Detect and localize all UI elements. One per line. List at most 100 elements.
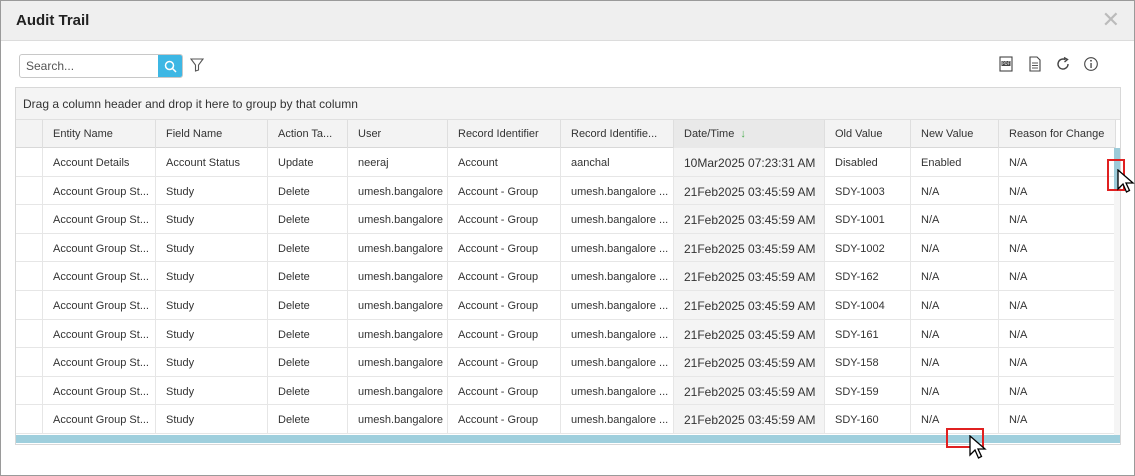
search-box — [19, 54, 183, 78]
filter-icon[interactable] — [190, 58, 204, 72]
cell-date-time: 21Feb2025 03:45:59 AM — [674, 262, 825, 290]
header-old-value[interactable]: Old Value — [825, 120, 911, 148]
excel-icon[interactable] — [1027, 56, 1043, 72]
cell-reason-for-change: N/A — [999, 205, 1116, 233]
table-row[interactable]: Account Group St... Study Delete umesh.bang… — [16, 319, 1116, 349]
mouse-pointer-icon-2 — [969, 435, 987, 459]
cell-field-name: Study — [156, 376, 268, 405]
table-row[interactable]: Account Group St... Study Delete umesh.bang… — [16, 348, 1116, 377]
cell-new-value: N/A — [911, 233, 999, 262]
cell-record-identifier: Account - Group — [448, 319, 561, 348]
search-button[interactable] — [158, 55, 182, 77]
header-reason-for-change[interactable]: Reason for Change — [999, 120, 1116, 148]
cell-old-value: SDY-1002 — [825, 233, 911, 262]
cell-user: umesh.bangalore — [348, 291, 448, 319]
search-input[interactable] — [20, 55, 158, 77]
cell-entity-name: Account Group St... — [43, 205, 156, 233]
row-spacer-cell — [16, 319, 43, 348]
cell-field-name: Account Status — [156, 148, 268, 176]
cell-action-taken: Delete — [268, 405, 348, 433]
row-spacer-cell — [16, 376, 43, 405]
table-row[interactable]: Account Group St... Study Delete umesh.bang… — [16, 262, 1116, 291]
cell-reason-for-change: N/A — [999, 348, 1116, 376]
cell-user: umesh.bangalore — [348, 319, 448, 348]
row-spacer-cell — [16, 348, 43, 376]
cell-date-time: 21Feb2025 03:45:59 AM — [674, 376, 825, 405]
row-spacer-cell — [16, 176, 43, 205]
cell-reason-for-change: N/A — [999, 262, 1116, 290]
cell-record-identifier: Account — [448, 148, 561, 176]
cell-reason-for-change: N/A — [999, 233, 1116, 262]
table-row[interactable]: Account Details Account Status Update neera… — [16, 148, 1116, 177]
cell-date-time: 10Mar2025 07:23:31 AM — [674, 148, 825, 176]
cell-user: umesh.bangalore — [348, 233, 448, 262]
cell-old-value: SDY-162 — [825, 262, 911, 290]
header-entity-name[interactable]: Entity Name — [43, 120, 156, 148]
table-row[interactable]: Account Group St... Study Delete umesh.bang… — [16, 376, 1116, 406]
cell-date-time: 21Feb2025 03:45:59 AM — [674, 233, 825, 262]
cell-action-taken: Delete — [268, 291, 348, 319]
cell-action-taken: Delete — [268, 376, 348, 405]
cell-action-taken: Delete — [268, 176, 348, 205]
sort-descending-icon: ↓ — [740, 128, 746, 140]
cell-reason-for-change: N/A — [999, 376, 1116, 405]
cell-old-value: SDY-1001 — [825, 205, 911, 233]
audit-trail-dialog: Audit Trail ✕ PDF Drag a column hea — [0, 0, 1135, 476]
cell-user: umesh.bangalore — [348, 205, 448, 233]
table-row[interactable]: Account Group St... Study Delete umesh.bang… — [16, 205, 1116, 234]
header-date-time[interactable]: Date/Time ↓ — [674, 120, 825, 148]
cell-date-time: 21Feb2025 03:45:59 AM — [674, 405, 825, 433]
cell-entity-name: Account Group St... — [43, 405, 156, 433]
cell-reason-for-change: N/A — [999, 405, 1116, 433]
cell-record-identifier: Account - Group — [448, 405, 561, 433]
header-new-value[interactable]: New Value — [911, 120, 999, 148]
cell-record-identifier: Account - Group — [448, 233, 561, 262]
cell-old-value: SDY-158 — [825, 348, 911, 376]
cell-date-time: 21Feb2025 03:45:59 AM — [674, 348, 825, 376]
cell-user: umesh.bangalore — [348, 348, 448, 376]
cell-record-identifier-2: umesh.bangalore ... — [561, 348, 674, 376]
cell-new-value: N/A — [911, 205, 999, 233]
cell-new-value: N/A — [911, 376, 999, 405]
cell-action-taken: Delete — [268, 262, 348, 290]
cell-field-name: Study — [156, 405, 268, 433]
row-spacer-cell — [16, 405, 43, 433]
cell-reason-for-change: N/A — [999, 291, 1116, 319]
cell-new-value: N/A — [911, 291, 999, 319]
refresh-icon[interactable] — [1055, 56, 1071, 72]
cell-action-taken: Update — [268, 148, 348, 176]
table-row[interactable]: Account Group St... Study Delete umesh.bang… — [16, 291, 1116, 320]
cell-entity-name: Account Details — [43, 148, 156, 176]
header-field-name[interactable]: Field Name — [156, 120, 268, 148]
table-row[interactable]: Account Group St... Study Delete umesh.bang… — [16, 233, 1116, 263]
cell-record-identifier-2: umesh.bangalore ... — [561, 319, 674, 348]
cell-record-identifier-2: umesh.bangalore ... — [561, 376, 674, 405]
cell-date-time: 21Feb2025 03:45:59 AM — [674, 205, 825, 233]
cell-record-identifier-2: umesh.bangalore ... — [561, 233, 674, 262]
group-by-panel[interactable]: Drag a column header and drop it here to… — [16, 88, 1120, 120]
info-icon[interactable] — [1083, 56, 1099, 72]
cell-user: neeraj — [348, 148, 448, 176]
row-spacer-cell — [16, 205, 43, 233]
cell-record-identifier: Account - Group — [448, 176, 561, 205]
cell-new-value: N/A — [911, 262, 999, 290]
cell-field-name: Study — [156, 319, 268, 348]
cell-record-identifier-2: aanchal — [561, 148, 674, 176]
mouse-pointer-icon — [1117, 169, 1135, 193]
close-icon[interactable]: ✕ — [1102, 9, 1120, 31]
cell-record-identifier: Account - Group — [448, 348, 561, 376]
header-record-identifier[interactable]: Record Identifier — [448, 120, 561, 148]
cell-user: umesh.bangalore — [348, 405, 448, 433]
cell-old-value: SDY-160 — [825, 405, 911, 433]
cell-entity-name: Account Group St... — [43, 348, 156, 376]
header-record-identifier-2[interactable]: Record Identifie... — [561, 120, 674, 148]
header-action-taken[interactable]: Action Ta... — [268, 120, 348, 148]
pdf-icon[interactable]: PDF — [998, 56, 1014, 72]
cell-field-name: Study — [156, 233, 268, 262]
search-icon — [164, 60, 177, 73]
row-spacer-cell — [16, 262, 43, 290]
cell-record-identifier-2: umesh.bangalore ... — [561, 405, 674, 433]
header-user[interactable]: User — [348, 120, 448, 148]
table-row[interactable]: Account Group St... Study Delete umesh.bang… — [16, 176, 1116, 206]
audit-grid: Drag a column header and drop it here to… — [15, 87, 1121, 445]
